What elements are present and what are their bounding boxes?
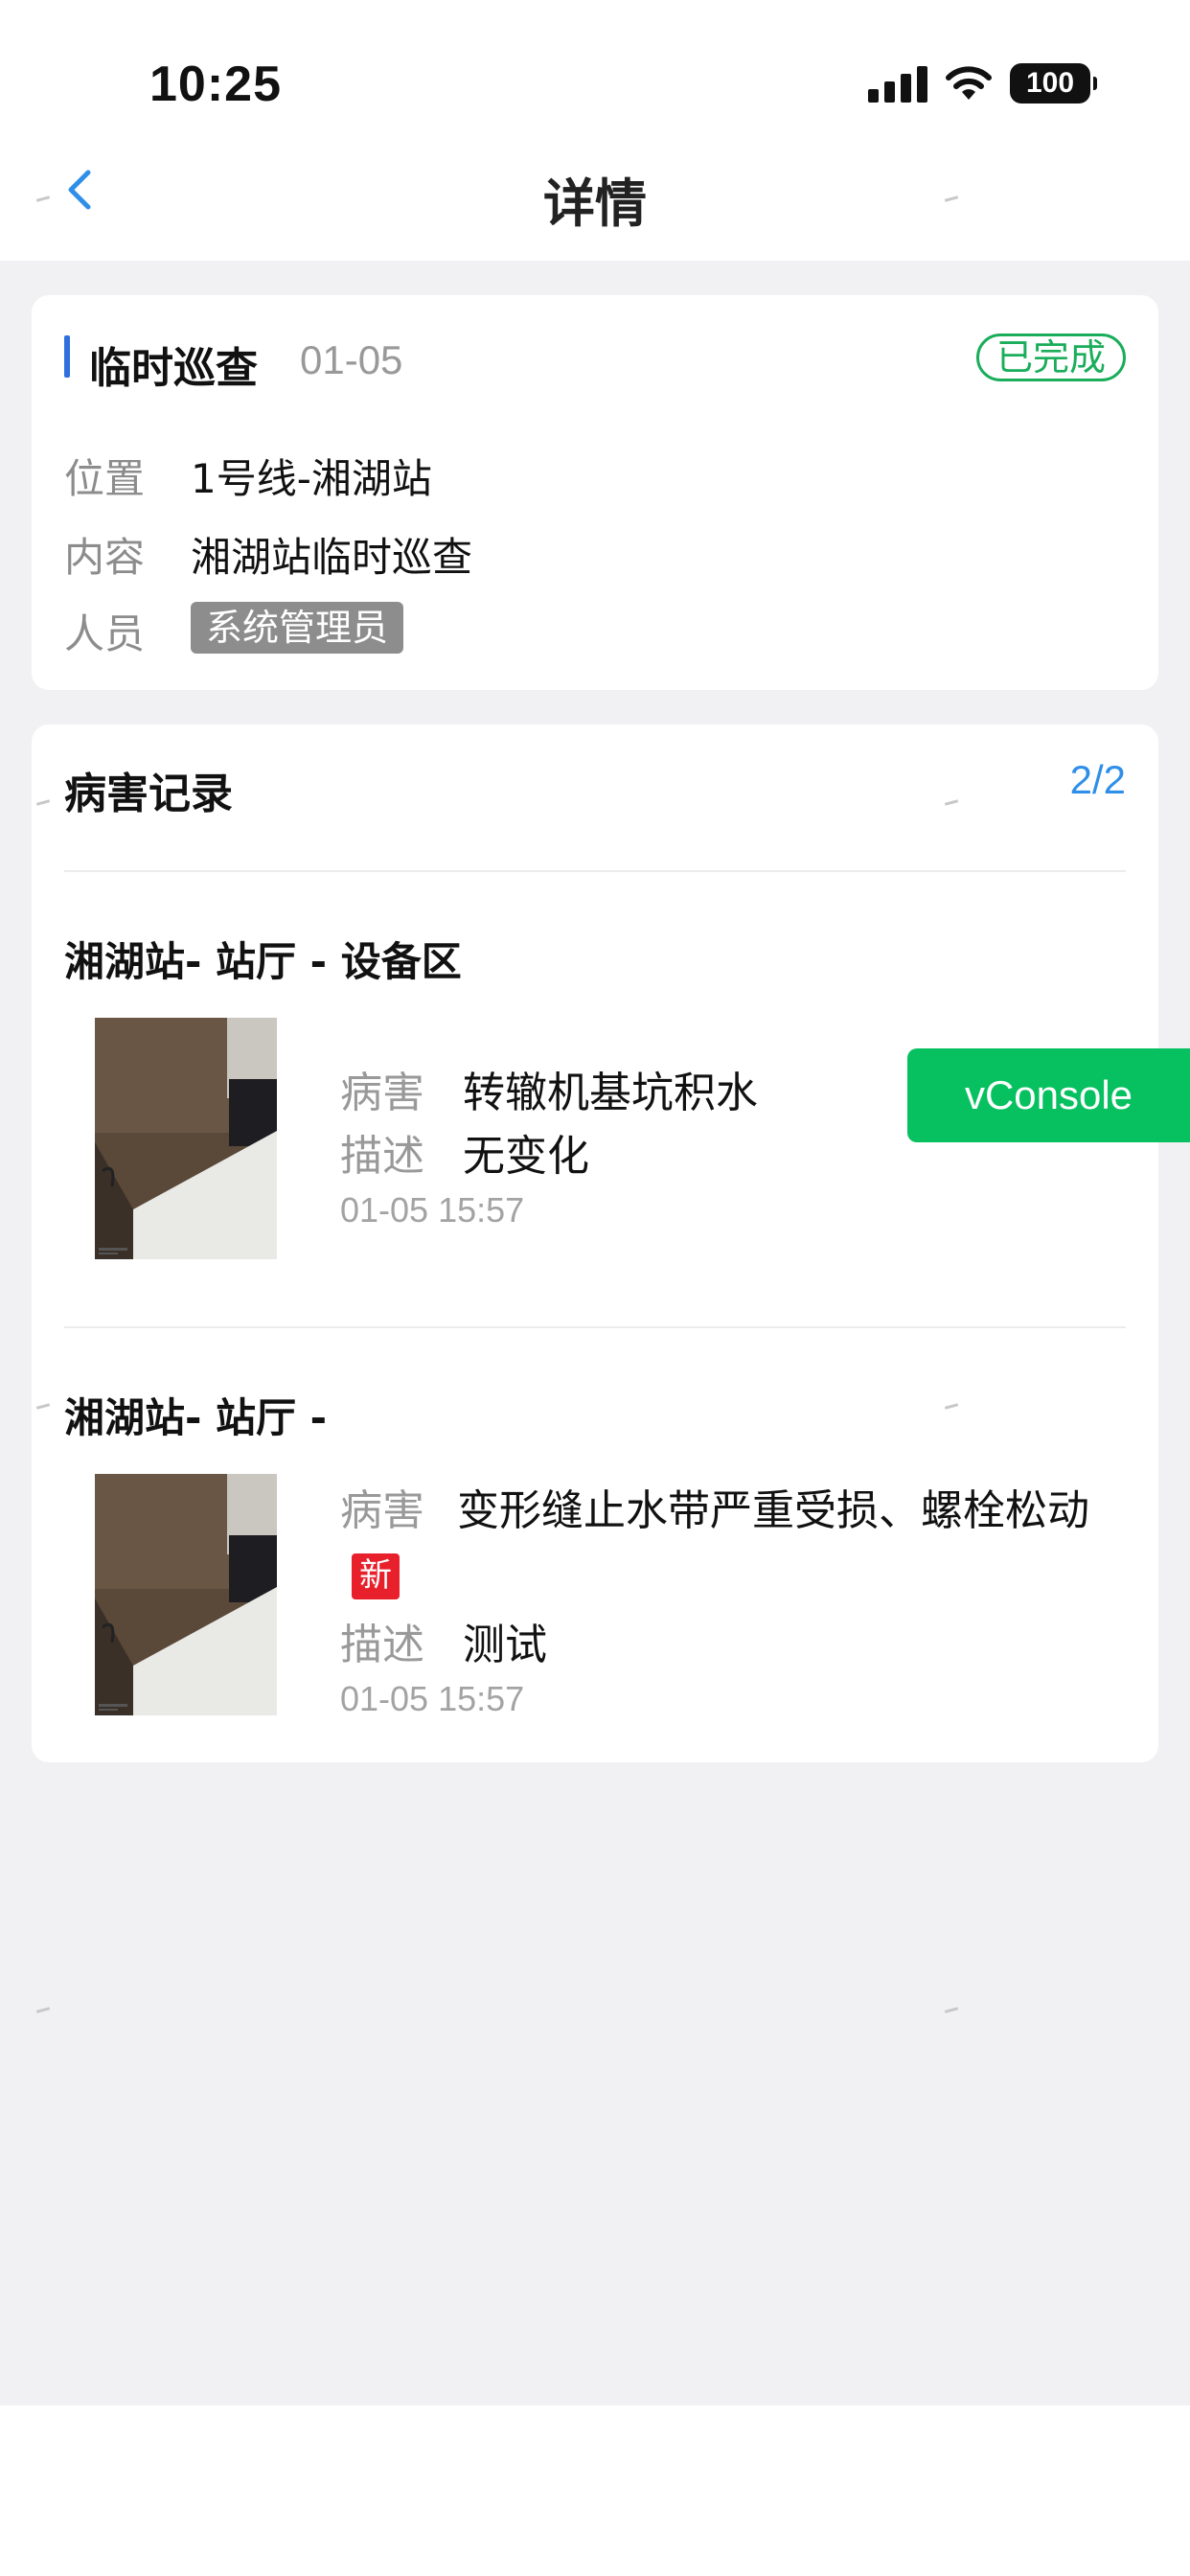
title-accent-bar bbox=[64, 335, 70, 378]
status-badge: 已完成 bbox=[975, 334, 1126, 381]
inspection-title: 临时巡查 bbox=[89, 344, 258, 393]
record-time: 01-05 15:57 bbox=[340, 1679, 525, 1718]
description-label: 描述 bbox=[340, 1132, 424, 1181]
inspection-summary-card: 临时巡查 01-05 已完成 位置 1号线-湘湖站 内容 湘湖站临时巡查 人员 … bbox=[32, 295, 1158, 690]
person-tag: 系统管理员 bbox=[191, 602, 404, 654]
disease-label: 病害 bbox=[340, 1069, 424, 1117]
records-count[interactable]: 2/2 bbox=[1070, 757, 1126, 803]
disease-records-card: 病害记录 2/2 湘湖站- 站厅 - 设备区 病害 转辙机基坑积水 描述 无变化… bbox=[32, 724, 1158, 1762]
cellular-signal-icon bbox=[868, 64, 927, 103]
description-value: 无变化 bbox=[463, 1132, 589, 1181]
divider bbox=[64, 870, 1126, 872]
status-time: 10:25 bbox=[149, 57, 282, 112]
new-badge: 新 bbox=[352, 1553, 400, 1599]
divider bbox=[64, 1326, 1126, 1328]
inspection-date: 01-05 bbox=[300, 337, 403, 382]
status-icons: 100 bbox=[868, 63, 1097, 104]
description-label: 描述 bbox=[340, 1621, 424, 1669]
records-title: 病害记录 bbox=[64, 770, 233, 818]
disease-row: 病害 变形缝止水带严重受损、螺栓松动新 bbox=[340, 1480, 1126, 1606]
record-photo[interactable] bbox=[95, 1474, 277, 1715]
battery-indicator: 100 bbox=[1010, 63, 1097, 104]
disease-label: 病害 bbox=[340, 1486, 424, 1535]
location-value: 1号线-湘湖站 bbox=[191, 455, 432, 502]
record-title: 湘湖站- 站厅 - 设备区 bbox=[64, 938, 462, 985]
disease-value: 变形缝止水带严重受损、螺栓松动 bbox=[457, 1486, 1089, 1535]
record-photo[interactable] bbox=[95, 1018, 277, 1259]
watermark-mark bbox=[944, 2007, 959, 2013]
bottom-safe-area bbox=[0, 2405, 1190, 2576]
content-value: 湘湖站临时巡查 bbox=[191, 534, 473, 581]
vconsole-button[interactable]: vConsole bbox=[907, 1048, 1190, 1142]
content-label: 内容 bbox=[64, 534, 146, 581]
top-bar: 10:25 100 详情 bbox=[0, 0, 1190, 261]
record-title: 湘湖站- 站厅 - bbox=[64, 1394, 328, 1441]
wifi-icon bbox=[946, 66, 992, 100]
disease-value: 转辙机基坑积水 bbox=[463, 1069, 758, 1117]
page-title: 详情 bbox=[543, 173, 647, 234]
record-time: 01-05 15:57 bbox=[340, 1190, 525, 1230]
person-label: 人员 bbox=[64, 610, 146, 657]
watermark-mark bbox=[35, 2007, 51, 2013]
description-value: 测试 bbox=[463, 1621, 547, 1669]
location-label: 位置 bbox=[64, 455, 146, 502]
